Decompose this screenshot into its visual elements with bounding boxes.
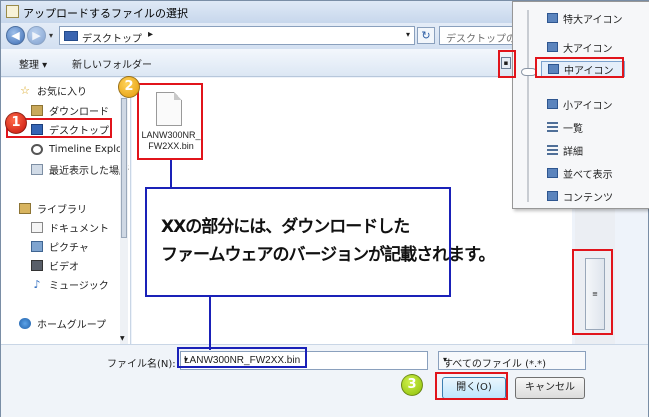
recent-places-icon (31, 163, 43, 175)
content-view-icon (547, 191, 558, 201)
callout-connector-bottom (209, 297, 211, 350)
download-icon (31, 104, 43, 116)
sidebar-scroll-thumb[interactable] (121, 98, 127, 238)
sidebar-item-recent-places[interactable]: 最近表示した場所 (31, 161, 129, 177)
sidebar-item-label: お気に入り (37, 86, 87, 98)
view-size-slider-track[interactable] (527, 10, 529, 202)
sidebar-item-documents[interactable]: ドキュメント (31, 219, 109, 235)
sidebar-item-label: Timeline Explor (49, 143, 127, 155)
new-folder-button[interactable]: 新しいフォルダー (72, 56, 152, 71)
file-name[interactable]: LANW300NR_FW2XX.bin (140, 130, 202, 152)
desktop-icon (31, 123, 43, 135)
sidebar-item-label: ライブラリ (37, 204, 87, 216)
back-button[interactable]: ◀ (6, 26, 25, 45)
view-menu-item-medium-icons[interactable]: 中アイコン (541, 61, 625, 77)
star-icon: ☆ (20, 83, 30, 97)
sidebar-item-label: ダウンロード (49, 106, 109, 118)
medium-icons-icon (548, 64, 559, 74)
scroll-down-icon[interactable]: ▼ (120, 335, 125, 342)
pictures-icon (31, 240, 43, 252)
sidebar-item-homegroup[interactable]: ホームグループ (19, 315, 106, 331)
large-icons-icon (547, 42, 558, 52)
view-menu-item-label: コンテンツ (563, 192, 613, 204)
view-menu-item-tiles[interactable]: 並べて表示 (547, 165, 613, 181)
forward-button[interactable]: ▶ (27, 26, 46, 45)
tiles-view-icon (547, 168, 558, 178)
step-badge-2: 2 (118, 76, 140, 98)
filename-input[interactable]: LANW300NR_FW2XX.bin ▾ (180, 351, 428, 370)
view-menu-item-list[interactable]: 一覧 (547, 119, 583, 135)
sidebar-item-timeline-explorer[interactable]: Timeline Explor (31, 141, 126, 157)
details-view-icon (547, 145, 558, 155)
small-icons-icon (547, 99, 558, 109)
address-dropdown-icon[interactable]: ▾ (406, 30, 410, 39)
view-menu-item-label: 小アイコン (563, 100, 613, 112)
view-menu-item-label: 大アイコン (563, 43, 613, 55)
videos-icon (31, 259, 43, 271)
sidebar-item-label: ミュージック (49, 280, 109, 292)
address-path[interactable]: デスクトップ (82, 30, 142, 45)
view-size-slider-handle[interactable] (521, 68, 537, 76)
view-menu-item-content[interactable]: コンテンツ (547, 188, 613, 204)
recent-pages-dropdown-icon[interactable]: ▾ (49, 31, 53, 40)
cancel-button[interactable]: キャンセル (515, 377, 585, 399)
file-list-scroll-thumb[interactable]: ≡ (585, 258, 605, 330)
library-icon (19, 202, 31, 214)
sidebar-item-music[interactable]: ♪ ミュージック (31, 276, 109, 292)
filename-label: ファイル名(N): (107, 359, 176, 370)
filetype-select[interactable]: すべてのファイル (*.*) ▾ (438, 351, 586, 370)
callout-note: XXの部分には、ダウンロードした ファームウェアのバージョンが記載されます。 (145, 187, 495, 297)
sidebar-item-downloads[interactable]: ダウンロード (31, 102, 109, 118)
refresh-button[interactable]: ↻ (417, 27, 435, 44)
view-menu-item-small-icons[interactable]: 小アイコン (547, 96, 613, 112)
callout-connector-top (170, 160, 172, 187)
sidebar-item-label: 最近表示した場所 (49, 165, 129, 177)
sidebar-scrollbar[interactable]: ▼ (120, 78, 128, 344)
callout-line-2: ファームウェアのバージョンが記載されます。 (161, 245, 495, 265)
app-icon (6, 5, 19, 18)
list-view-icon (547, 122, 558, 132)
view-menu-item-label: 中アイコン (564, 65, 614, 77)
timeline-icon (31, 143, 43, 155)
documents-icon (31, 221, 43, 233)
window-title: アップロードするファイルの選択 (23, 7, 188, 20)
view-menu-item-label: 詳細 (563, 146, 583, 158)
view-menu-item-extra-large-icons[interactable]: 特大アイコン (547, 10, 623, 26)
search-input[interactable]: デスクトップの (439, 26, 513, 45)
view-menu-item-label: 並べて表示 (563, 169, 613, 181)
change-view-button[interactable]: ▪ (501, 57, 511, 69)
desktop-folder-icon (64, 31, 78, 41)
view-options-menu: 特大アイコン 大アイコン 中アイコン 小アイコン 一覧 詳細 並べて表示 コンテ… (512, 1, 649, 209)
filename-dropdown-icon[interactable]: ▾ (184, 355, 423, 364)
view-menu-item-label: 一覧 (563, 123, 583, 135)
callout-line-1: XXの部分には、ダウンロードした (161, 217, 410, 237)
view-menu-item-large-icons[interactable]: 大アイコン (547, 39, 613, 55)
sidebar-item-label: ホームグループ (37, 319, 107, 331)
sidebar-item-favorites[interactable]: ☆ お気に入り (19, 82, 87, 98)
extra-large-icons-icon (547, 13, 558, 23)
file-icon[interactable] (156, 92, 182, 126)
sidebar-item-label: ビデオ (49, 261, 79, 273)
open-button[interactable]: 開く(O) (442, 377, 506, 399)
organize-button[interactable]: 整理 ▾ (19, 56, 47, 71)
path-chevron-icon[interactable]: ▸ (148, 29, 153, 40)
sidebar-item-libraries[interactable]: ライブラリ (19, 200, 87, 216)
filetype-dropdown-icon[interactable]: ▾ (443, 355, 581, 364)
homegroup-icon (19, 317, 31, 329)
sidebar-item-desktop[interactable]: デスクトップ (31, 121, 109, 137)
sidebar-item-videos[interactable]: ビデオ (31, 257, 79, 273)
step-badge-3: 3 (401, 374, 423, 396)
search-placeholder: デスクトップの (446, 34, 513, 45)
music-icon: ♪ (33, 277, 41, 291)
sidebar-item-label: ピクチャ (49, 242, 89, 254)
step-badge-1: 1 (5, 112, 27, 134)
sidebar-item-label: デスクトップ (49, 125, 109, 137)
address-field[interactable]: デスクトップ ▸ ▾ (59, 26, 415, 45)
sidebar-item-pictures[interactable]: ピクチャ (31, 238, 89, 254)
sidebar-item-label: ドキュメント (49, 223, 109, 235)
dialog-footer: ファイル名(N): LANW300NR_FW2XX.bin ▾ すべてのファイル… (1, 344, 648, 417)
view-menu-item-details[interactable]: 詳細 (547, 142, 583, 158)
view-menu-item-label: 特大アイコン (563, 14, 623, 26)
